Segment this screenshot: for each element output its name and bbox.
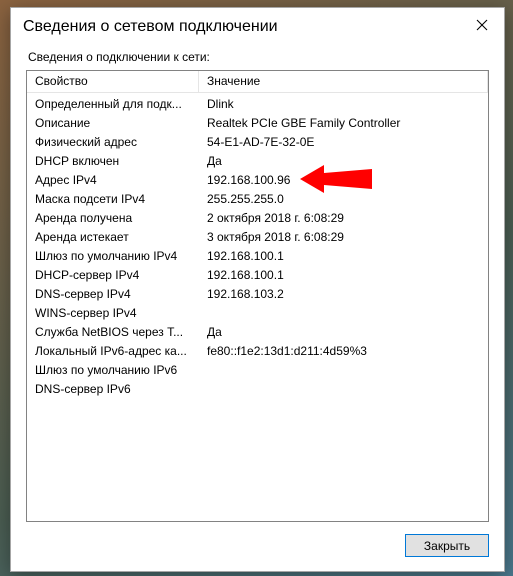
property-cell: Шлюз по умолчанию IPv6 [27,361,199,380]
table-row[interactable]: Определенный для подк...Dlink [27,95,488,114]
value-cell: 192.168.103.2 [199,285,488,304]
table-row[interactable]: DNS-сервер IPv4192.168.103.2 [27,285,488,304]
dialog-title: Сведения о сетевом подключении [23,18,460,36]
table-row[interactable]: DHCP-сервер IPv4192.168.100.1 [27,266,488,285]
table-row[interactable]: Служба NetBIOS через T...Да [27,323,488,342]
value-cell [199,361,488,380]
table-row[interactable]: Аренда получена2 октября 2018 г. 6:08:29 [27,209,488,228]
value-cell [199,380,488,399]
property-cell: Физический адрес [27,133,199,152]
property-cell: DHCP-сервер IPv4 [27,266,199,285]
table-row[interactable]: Локальный IPv6-адрес ка...fe80::f1e2:13d… [27,342,488,361]
value-cell: Да [199,152,488,171]
property-cell: DHCP включен [27,152,199,171]
value-cell: Dlink [199,95,488,114]
table-row[interactable]: Шлюз по умолчанию IPv6 [27,361,488,380]
table-row[interactable]: Адрес IPv4192.168.100.96 [27,171,488,190]
value-cell: Да [199,323,488,342]
close-icon[interactable] [460,10,504,40]
table-row[interactable]: Физический адрес54-E1-AD-7E-32-0E [27,133,488,152]
value-cell: 192.168.100.1 [199,266,488,285]
property-cell: Адрес IPv4 [27,171,199,190]
property-cell: WINS-сервер IPv4 [27,304,199,323]
table-body: Определенный для подк...DlinkОписаниеRea… [27,93,488,399]
table-row[interactable]: ОписаниеRealtek PCIe GBE Family Controll… [27,114,488,133]
property-cell: DNS-сервер IPv6 [27,380,199,399]
table-row[interactable]: Маска подсети IPv4255.255.255.0 [27,190,488,209]
property-cell: Служба NetBIOS через T... [27,323,199,342]
property-cell: Аренда истекает [27,228,199,247]
value-cell: 54-E1-AD-7E-32-0E [199,133,488,152]
value-cell: fe80::f1e2:13d1:d211:4d59%3 [199,342,488,361]
table-row[interactable]: DNS-сервер IPv6 [27,380,488,399]
property-cell: Описание [27,114,199,133]
value-cell: 192.168.100.1 [199,247,488,266]
close-button[interactable]: Закрыть [405,534,489,557]
table-row[interactable]: Шлюз по умолчанию IPv4192.168.100.1 [27,247,488,266]
property-cell: Аренда получена [27,209,199,228]
value-cell: Realtek PCIe GBE Family Controller [199,114,488,133]
value-cell: 192.168.100.96 [199,171,488,190]
value-cell [199,304,488,323]
header-property[interactable]: Свойство [27,71,199,93]
table-row[interactable]: Аренда истекает3 октября 2018 г. 6:08:29 [27,228,488,247]
property-cell: Шлюз по умолчанию IPv4 [27,247,199,266]
value-cell: 2 октября 2018 г. 6:08:29 [199,209,488,228]
property-cell: Определенный для подк... [27,95,199,114]
property-cell: DNS-сервер IPv4 [27,285,199,304]
property-cell: Локальный IPv6-адрес ка... [27,342,199,361]
header-value[interactable]: Значение [199,71,488,93]
dialog-subtitle: Сведения о подключении к сети: [28,50,489,64]
network-details-dialog: Сведения о сетевом подключении Сведения … [10,7,505,572]
value-cell: 3 октября 2018 г. 6:08:29 [199,228,488,247]
value-cell: 255.255.255.0 [199,190,488,209]
dialog-body: Сведения о подключении к сети: Свойство … [11,46,504,571]
table-row[interactable]: WINS-сервер IPv4 [27,304,488,323]
property-cell: Маска подсети IPv4 [27,190,199,209]
table-row[interactable]: DHCP включенДа [27,152,488,171]
table-header-row: Свойство Значение [27,71,488,93]
details-table: Свойство Значение Определенный для подк.… [26,70,489,522]
titlebar: Сведения о сетевом подключении [11,8,504,46]
button-row: Закрыть [26,522,489,557]
